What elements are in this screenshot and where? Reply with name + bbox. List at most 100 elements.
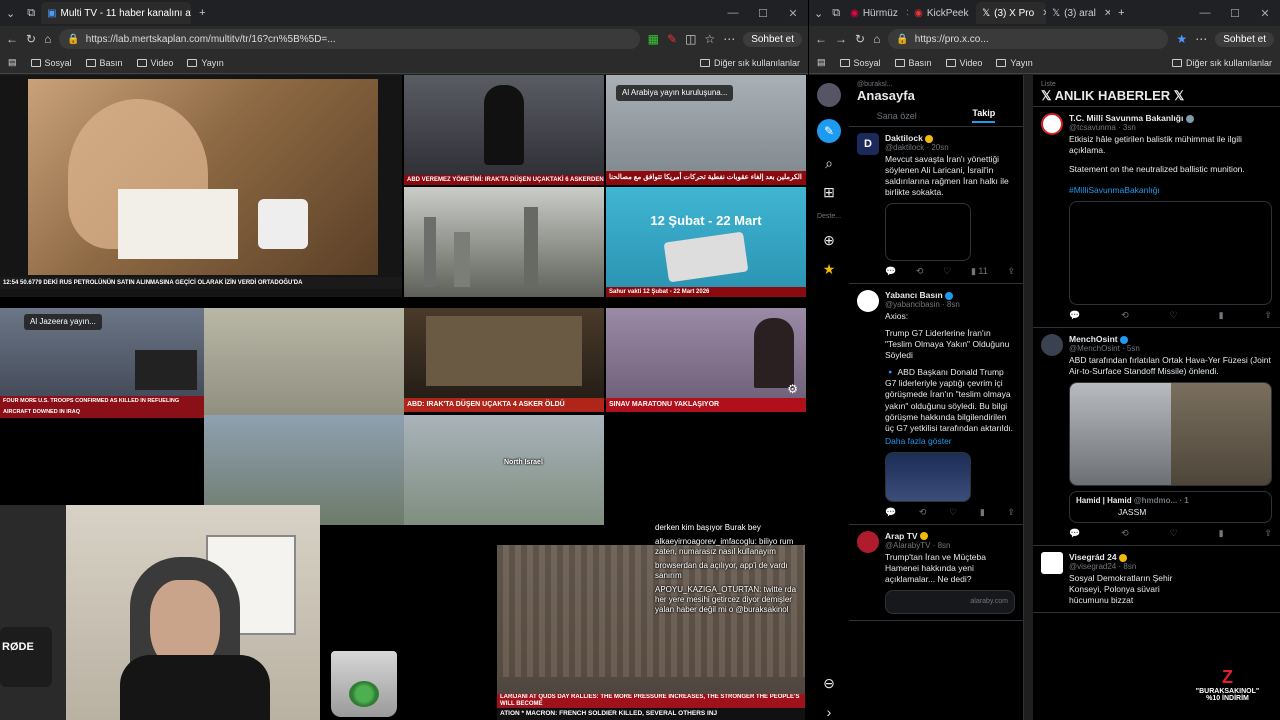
bookmark-sosyal[interactable]: Sosyal (30, 58, 72, 68)
new-tab-button[interactable]: + (191, 7, 213, 19)
minimize-button[interactable]: — (1190, 7, 1220, 19)
views-icon[interactable]: ▮ (1219, 310, 1224, 321)
share-icon[interactable]: ⇪ (1264, 310, 1272, 321)
address-bar[interactable]: 🔒 https://lab.mertskaplan.com/multitv/tr… (59, 29, 640, 49)
reply-icon[interactable]: 💬 (1069, 310, 1080, 321)
avatar[interactable]: D (857, 133, 879, 155)
copilot-chat-button[interactable]: Sohbet et (743, 31, 802, 47)
reply-icon[interactable]: 💬 (885, 507, 896, 518)
like-icon[interactable]: ♡ (949, 507, 957, 518)
window-close-button[interactable]: ✕ (1250, 7, 1280, 20)
tv-tile-9[interactable]: SINAV MARATONU YAKLAŞIYOR ⚙ (606, 308, 806, 412)
tab-xpro[interactable]: 𝕏(3) X Pro✕ (976, 2, 1047, 24)
tweet[interactable]: Yabancı Basın @yabancibasin · 8sn Axios:… (849, 284, 1023, 525)
search-icon[interactable]: ⌕ (825, 155, 833, 172)
tv-tile-7[interactable] (204, 308, 404, 418)
minimize-button[interactable]: — (718, 7, 748, 19)
home-icon[interactable]: ⌂ (44, 32, 51, 46)
tab-actions-icon[interactable]: ⌄ (809, 7, 828, 20)
tweet-media[interactable] (885, 451, 971, 502)
retweet-icon[interactable]: ⟲ (919, 507, 927, 518)
tweet[interactable]: Visegrád 24 @visegrad24 · 8sn Sosyal Dem… (1033, 546, 1280, 614)
sidebar-toggle-icon[interactable]: ▤ (817, 57, 826, 68)
views-icon[interactable]: ▮ 11 (971, 266, 988, 277)
new-deck-icon[interactable]: ⊕ (823, 232, 835, 249)
maximize-button[interactable]: ☐ (748, 7, 778, 20)
tweet[interactable]: MenchOsint @MenchOsint · 5sn ABD tarafın… (1033, 328, 1280, 547)
tv-tile-1[interactable]: 12:54 50.6779 DEKİ RUS PETROLÜNÜN SATIN … (0, 75, 402, 297)
tab-following[interactable]: Takip (972, 108, 996, 123)
add-column-icon[interactable]: ⊞ (823, 184, 835, 201)
bookmark-sosyal[interactable]: Sosyal (839, 58, 881, 68)
retweet-icon[interactable]: ⟲ (1121, 528, 1129, 539)
like-icon[interactable]: ♡ (1170, 528, 1178, 539)
reload-icon[interactable]: ↻ (26, 32, 36, 46)
bookmark-yayin[interactable]: Yayın (187, 58, 224, 68)
hashtag-link[interactable]: #MilliSavunmaBakanlığı (1069, 185, 1272, 196)
tv-tile-3[interactable]: Al Arabiya yayın kuruluşuna... الكرملين … (606, 75, 806, 185)
workspaces-icon[interactable]: ⧉ (21, 7, 41, 20)
show-more-link[interactable]: Daha fazla göster (885, 436, 1015, 447)
webcam-grid-2[interactable]: North Israel (404, 415, 604, 525)
tv-tile-2[interactable]: ABD VEREMEZ YÖNETİMİ: IRAK'TA DÜŞEN UÇAK… (404, 75, 604, 185)
home-icon[interactable]: ⌂ (873, 32, 880, 46)
favorite-star-icon[interactable]: ★ (1176, 32, 1187, 46)
tweet-media[interactable] (1069, 382, 1272, 487)
split-screen-icon[interactable]: ◫ (685, 32, 696, 46)
tweet-media[interactable] (885, 203, 971, 262)
tweet[interactable]: D Daktilock @daktilock · 20sn Mevcut sav… (849, 127, 1023, 285)
avatar[interactable] (817, 83, 841, 107)
more-options-icon[interactable]: ⊖ (823, 675, 835, 692)
reply-icon[interactable]: 💬 (1069, 528, 1080, 539)
bookmark-video[interactable]: Video (945, 58, 982, 68)
expand-icon[interactable]: › (827, 704, 832, 720)
new-tab-button[interactable]: + (1110, 7, 1132, 19)
copilot-chat-button[interactable]: Sohbet et (1215, 31, 1274, 47)
tv-tile-5[interactable]: 12 Şubat - 22 Mart Sahur vakti 12 Şubat … (606, 187, 806, 297)
address-bar[interactable]: 🔒 https://pro.x.co... (888, 29, 1169, 49)
tab-for-you[interactable]: Sana özel (877, 111, 917, 121)
back-icon[interactable]: ← (815, 32, 827, 46)
forward-icon[interactable]: → (835, 32, 847, 46)
avatar[interactable] (1041, 113, 1063, 135)
tab-kickpeek[interactable]: ◉KickPeek✕ (908, 2, 976, 24)
extension-icon-2[interactable]: ✎ (667, 32, 677, 46)
workspaces-icon[interactable]: ⧉ (828, 7, 844, 20)
maximize-button[interactable]: ☐ (1220, 7, 1250, 20)
avatar[interactable] (1041, 552, 1063, 575)
tv-tile-8[interactable]: ABD: IRAK'TA DÜŞEN UÇAKTA 4 ASKER ÖLDÜ (404, 308, 604, 412)
bookmark-video[interactable]: Video (136, 58, 173, 68)
more-icon[interactable]: ⋯ (723, 32, 735, 46)
retweet-icon[interactable]: ⟲ (1121, 310, 1129, 321)
tab-multitv[interactable]: ▣ Multi TV - 11 haber kanalını aynı a ✕ (41, 2, 192, 24)
tv-tile-6[interactable]: Al Jazeera yayın... FOUR MORE U.S. TROOP… (0, 308, 204, 418)
tab-aral[interactable]: 𝕏 (3) aral ✕ (1046, 2, 1110, 24)
other-bookmarks[interactable]: Diğer sık kullanılanlar (699, 58, 800, 68)
quoted-tweet[interactable]: Hamid | Hamid @hmdmo... · 1 JASSM (1069, 491, 1272, 524)
reply-icon[interactable]: 💬 (885, 266, 896, 277)
bookmark-yayin[interactable]: Yayın (996, 58, 1033, 68)
tv-tile-4[interactable] (404, 187, 604, 297)
avatar[interactable] (857, 290, 879, 313)
reload-icon[interactable]: ↻ (855, 32, 865, 46)
bookmark-basin[interactable]: Basın (894, 58, 932, 68)
avatar[interactable] (857, 530, 879, 553)
star-icon[interactable]: ★ (823, 261, 836, 278)
retweet-icon[interactable]: ⟲ (916, 266, 924, 277)
compose-icon[interactable]: ✎ (817, 119, 841, 143)
back-icon[interactable]: ← (6, 32, 18, 46)
share-icon[interactable]: ⇪ (1264, 528, 1272, 539)
window-close-button[interactable]: ✕ (778, 7, 808, 20)
extension-icon[interactable]: ▦ (648, 32, 659, 46)
views-icon[interactable]: ▮ (980, 507, 985, 518)
share-icon[interactable]: ⇪ (1007, 266, 1015, 277)
tab-actions-icon[interactable]: ⌄ (0, 7, 21, 20)
avatar[interactable] (1041, 334, 1063, 357)
link-card[interactable]: alaraby.com (885, 589, 1015, 614)
tweet-media[interactable] (1069, 201, 1272, 306)
like-icon[interactable]: ♡ (1170, 310, 1178, 321)
gear-icon[interactable]: ⚙ (787, 382, 798, 396)
tweet[interactable]: Arap TV @AlarabyTV · 8sn Trump'tan İran … (849, 525, 1023, 621)
like-icon[interactable]: ♡ (943, 266, 951, 277)
more-icon[interactable]: ⋯ (1195, 32, 1207, 46)
